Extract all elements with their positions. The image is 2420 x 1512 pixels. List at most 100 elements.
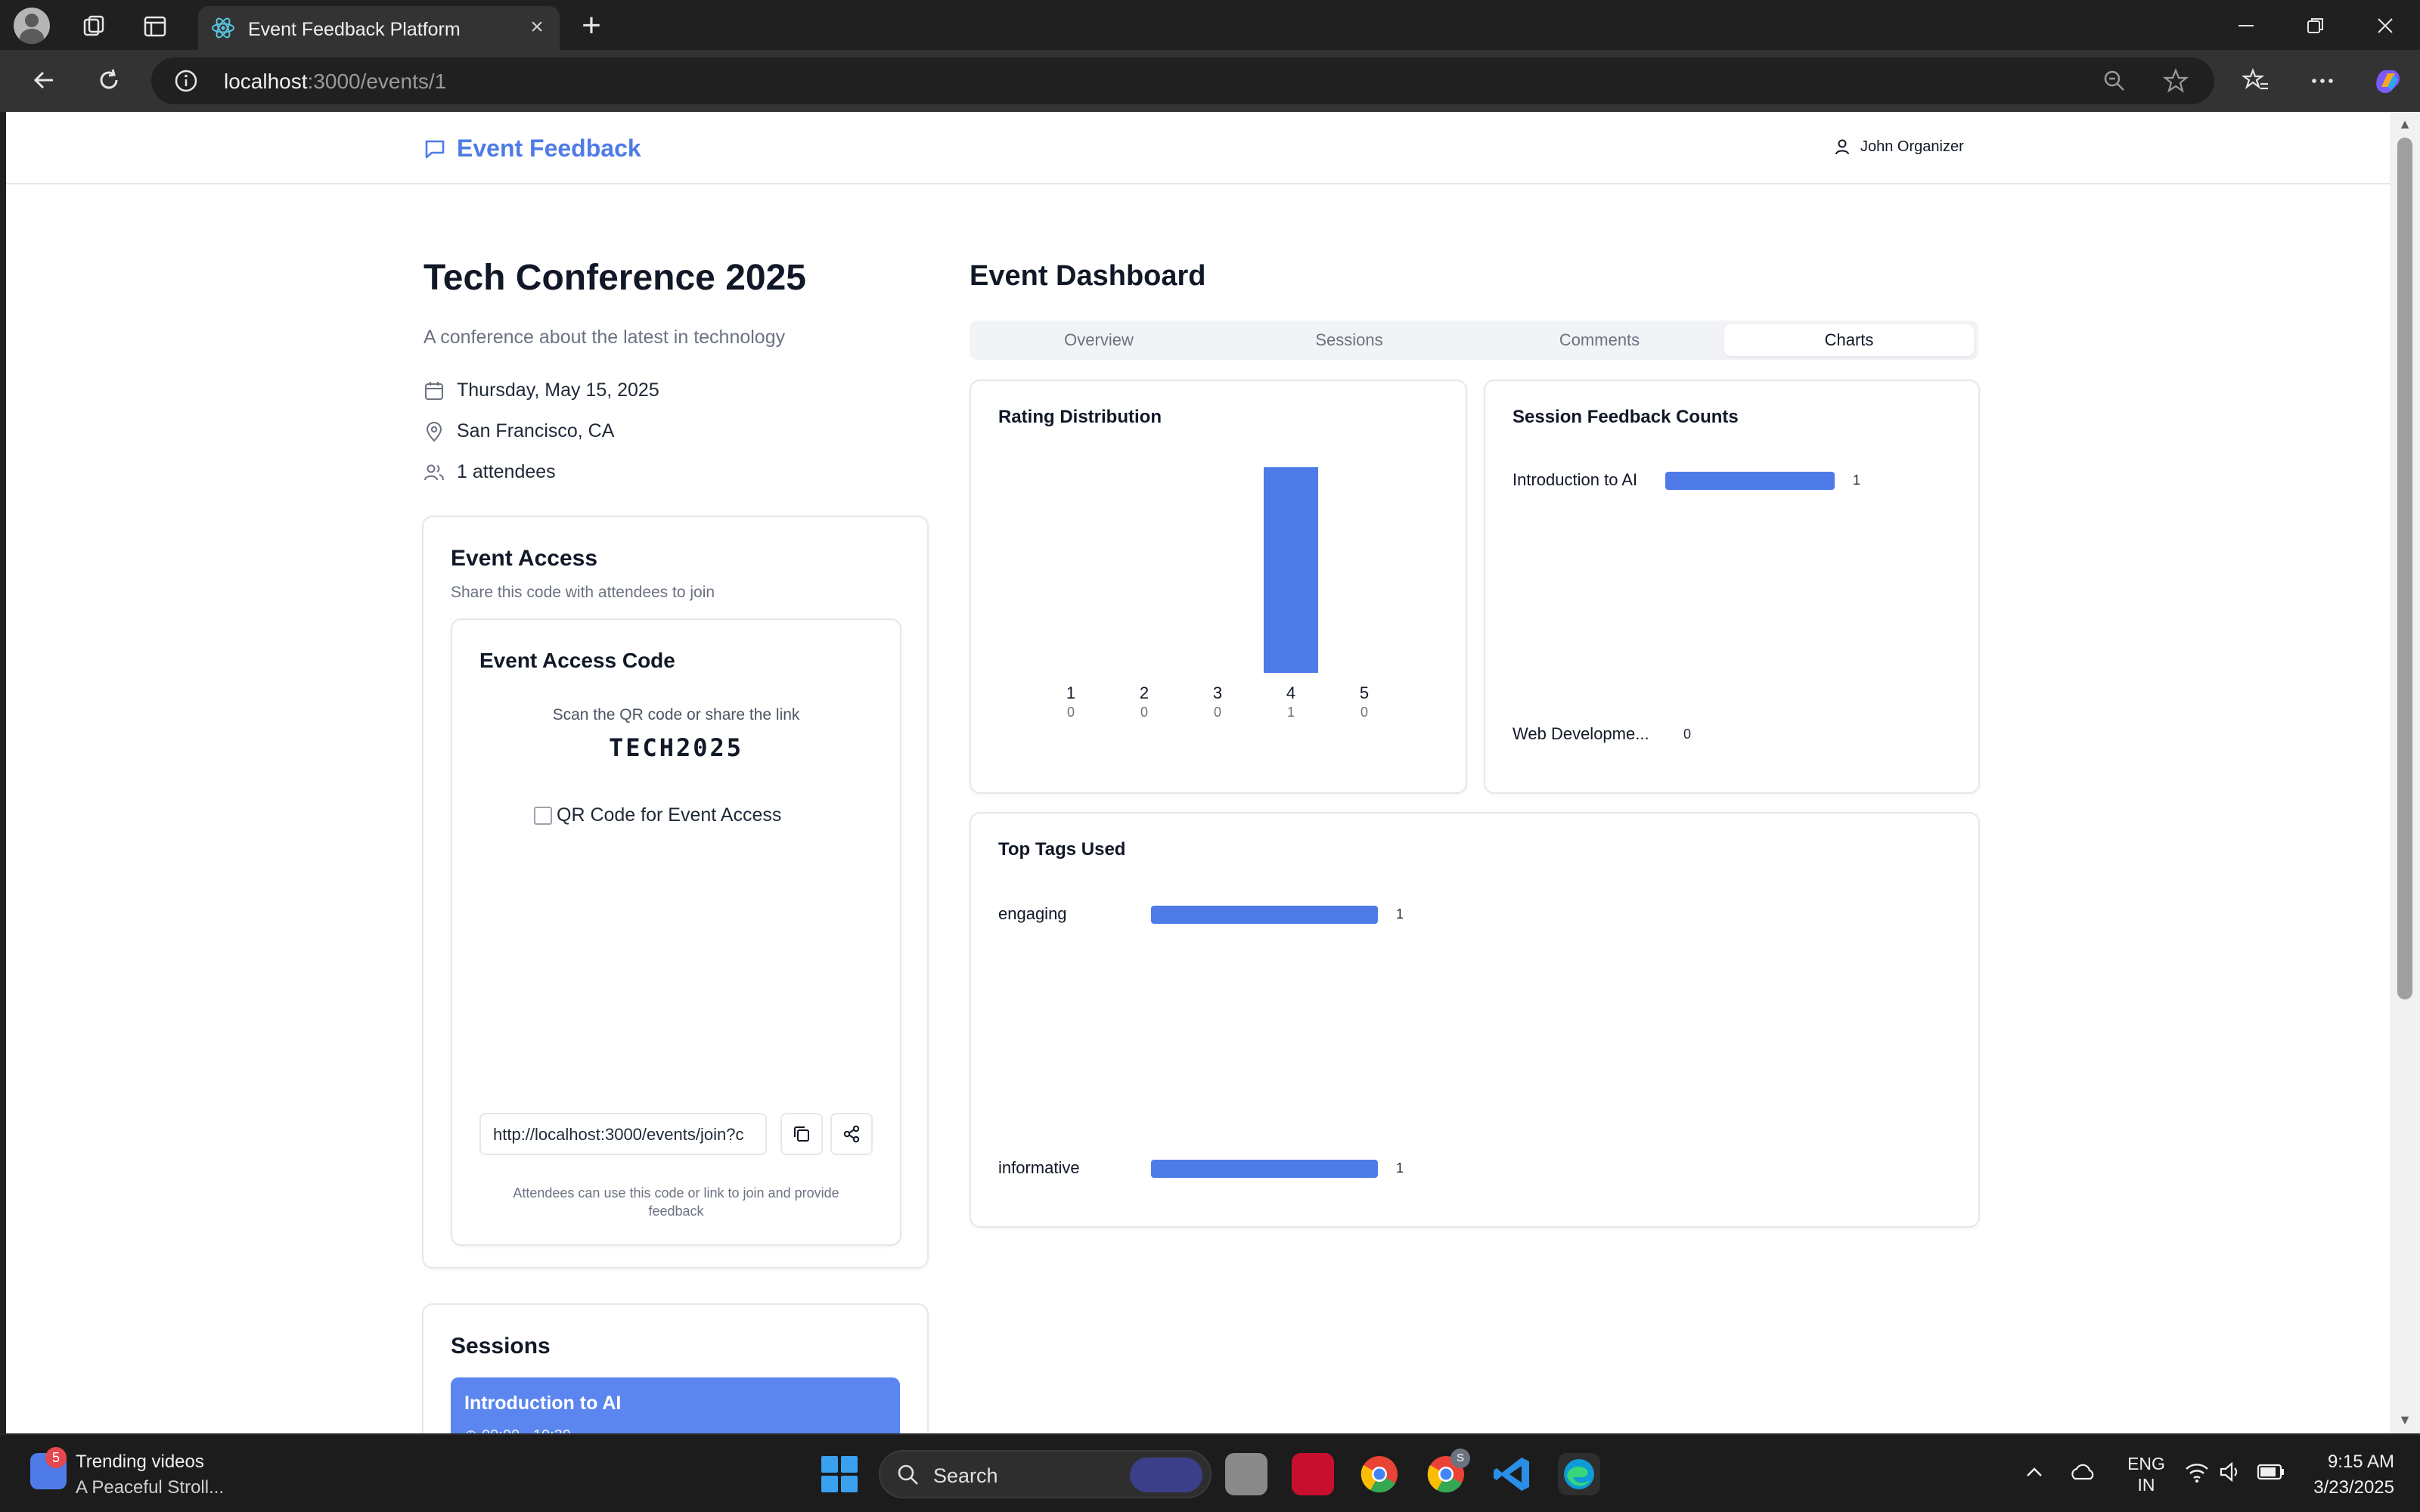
copilot-icon[interactable] (2370, 64, 2405, 98)
reload-icon[interactable] (92, 64, 126, 97)
event-location: San Francisco, CA (457, 420, 615, 442)
rating-tick-label: 2 (1139, 683, 1150, 702)
windows-start-icon[interactable] (821, 1456, 858, 1492)
scroll-up-icon[interactable]: ▲ (2397, 116, 2412, 132)
tab-close-icon[interactable]: × (525, 16, 549, 40)
rating-value-label: 0 (1140, 705, 1148, 720)
rating-value-label: 1 (1286, 705, 1295, 720)
tab-overview[interactable]: Overview (974, 324, 1224, 356)
restore-icon[interactable] (2293, 9, 2338, 42)
workspaces-icon[interactable] (80, 12, 109, 41)
session-name: Introduction to AI (464, 1393, 622, 1414)
vscode-icon[interactable] (1491, 1453, 1534, 1495)
event-access-title: Event Access (451, 546, 598, 571)
chrome-profile-icon[interactable]: S (1425, 1448, 1470, 1495)
brand-link[interactable]: Event Feedback (424, 135, 641, 163)
access-footnote: Attendees can use this code or link to j… (513, 1185, 839, 1219)
qr-code-alt: QR Code for Event Access (557, 804, 782, 826)
language-indicator[interactable]: ENG IN (2124, 1453, 2169, 1495)
sessions-title: Sessions (451, 1334, 551, 1359)
new-tab-icon[interactable]: + (575, 7, 608, 44)
battery-icon[interactable] (2257, 1462, 2285, 1486)
favorites-icon[interactable] (2240, 65, 2272, 97)
wifi-icon[interactable] (2184, 1461, 2210, 1488)
app-header: Event Feedback John Organizer (6, 112, 2390, 184)
session-feedback-label: Web Developme... (1512, 724, 1649, 743)
session-feedback-chart: Introduction to AI 1 Web Developme... 0 (1485, 381, 1978, 792)
session-feedback-bar (1665, 472, 1835, 490)
more-options-icon[interactable] (2307, 65, 2338, 97)
news-subtitle[interactable]: A Peaceful Stroll... (76, 1477, 224, 1498)
url-path: :3000/events/1 (307, 70, 447, 93)
site-info-icon[interactable] (174, 69, 198, 93)
join-link-input[interactable]: http://localhost:3000/events/join?c (479, 1113, 767, 1155)
edge-icon[interactable] (1558, 1453, 1600, 1495)
mcafee-icon[interactable] (1292, 1453, 1334, 1495)
rating-value-label: 0 (1066, 705, 1075, 720)
access-code-title: Event Access Code (479, 649, 675, 672)
rating-tick-label: 3 (1212, 683, 1223, 702)
tab-sessions[interactable]: Sessions (1224, 324, 1474, 356)
zoom-out-icon[interactable] (2102, 69, 2127, 93)
react-favicon-icon (210, 15, 236, 41)
system-clock[interactable]: 9:15 AM 3/23/2025 (2307, 1452, 2394, 1498)
search-icon (895, 1462, 921, 1492)
back-icon[interactable] (27, 64, 60, 97)
scroll-down-icon[interactable]: ▼ (2397, 1412, 2412, 1427)
event-description: A conference about the latest in technol… (424, 327, 786, 348)
map-pin-icon (424, 421, 445, 442)
session-feedback-value: 0 (1683, 727, 1692, 742)
session-item[interactable]: Introduction to AI ◷ 09:00 - 10:30 (451, 1377, 900, 1433)
top-tags-card: Top Tags Used engaging 1 informative 1 (970, 812, 1980, 1228)
chrome-icon[interactable] (1358, 1453, 1401, 1495)
minimize-icon[interactable] (2223, 9, 2269, 42)
qr-code-image: QR Code for Event Access (534, 804, 781, 826)
page-viewport: Event Feedback John Organizer Tech Confe… (6, 112, 2390, 1433)
user-icon (1833, 138, 1851, 156)
session-time: ◷ 09:00 - 10:30 (464, 1426, 571, 1433)
active-tab[interactable]: Event Feedback Platform × (198, 6, 560, 50)
session-time-text: 09:00 - 10:30 (482, 1427, 571, 1433)
news-title[interactable]: Trending videos (76, 1452, 204, 1473)
tag-bar (1151, 906, 1378, 924)
address-bar[interactable]: localhost:3000/events/1 (151, 57, 2214, 104)
clock-date: 3/23/2025 (2313, 1477, 2394, 1498)
rating-tick-label: 1 (1066, 683, 1076, 702)
rating-tick-label: 4 (1286, 683, 1296, 702)
url-text[interactable]: localhost:3000/events/1 (224, 70, 446, 94)
event-location-row: San Francisco, CA (424, 420, 614, 442)
show-hidden-icons[interactable] (2024, 1462, 2045, 1488)
file-explorer-icon[interactable] (1225, 1453, 1267, 1495)
onedrive-icon[interactable] (2069, 1461, 2096, 1489)
top-tags-chart: engaging 1 informative 1 (971, 813, 1978, 1226)
tab-title: Event Feedback Platform (248, 19, 461, 40)
scroll-thumb[interactable] (2397, 138, 2412, 999)
dashboard-title: Event Dashboard (970, 260, 1206, 292)
broken-image-icon (534, 806, 552, 825)
rating-tick-label: 5 (1359, 683, 1370, 702)
session-feedback-card: Session Feedback Counts Introduction to … (1484, 380, 1980, 794)
share-link-button[interactable] (830, 1113, 873, 1155)
access-code[interactable]: TECH2025 (452, 733, 900, 762)
chat-bubble-icon (424, 138, 446, 160)
url-host: localhost (224, 70, 308, 93)
tag-label: informative (998, 1158, 1080, 1177)
user-menu[interactable]: John Organizer (1833, 138, 1964, 156)
copy-link-button[interactable] (780, 1113, 823, 1155)
taskbar-search[interactable]: Search (879, 1450, 1212, 1498)
browser-toolbar: localhost:3000/events/1 (0, 50, 2420, 112)
page-scrollbar[interactable]: ▲ ▼ (2390, 112, 2420, 1433)
tab-comments[interactable]: Comments (1475, 324, 1724, 356)
rating-distribution-card: Rating Distribution 1020304150 (970, 380, 1467, 794)
session-feedback-value: 1 (1853, 472, 1861, 488)
vertical-tabs-icon[interactable] (141, 12, 169, 41)
profile-avatar-icon[interactable] (14, 8, 50, 44)
favorite-star-icon[interactable] (2162, 68, 2189, 94)
brand-name: Event Feedback (457, 135, 641, 162)
close-window-icon[interactable] (2363, 9, 2408, 42)
dashboard-tabs: Overview Sessions Comments Charts (970, 321, 1978, 360)
volume-icon[interactable] (2219, 1461, 2243, 1488)
event-attendees: 1 attendees (457, 461, 556, 482)
tab-charts[interactable]: Charts (1724, 324, 1974, 356)
event-title: Tech Conference 2025 (424, 258, 806, 298)
